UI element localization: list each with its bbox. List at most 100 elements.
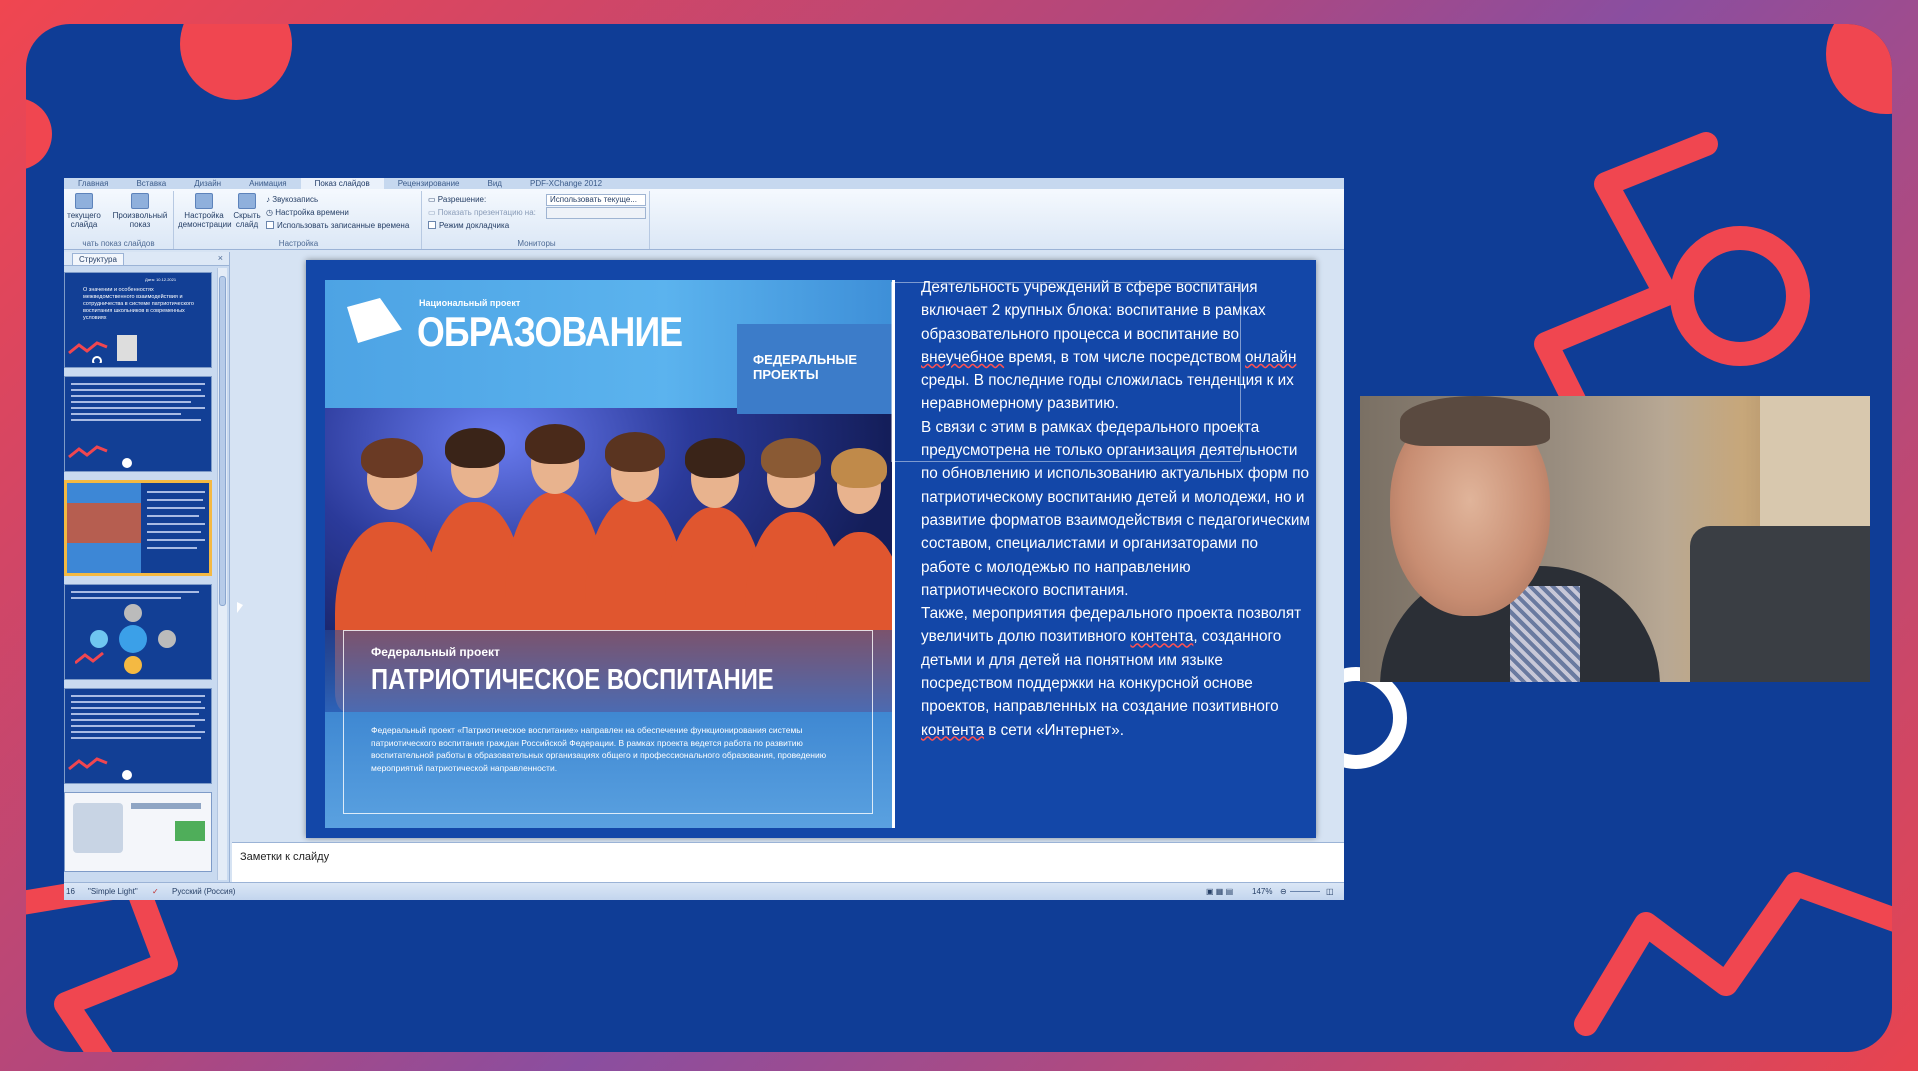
- thumb-image: [73, 803, 123, 853]
- slide-editor: Национальный проект ОБРАЗОВАНИЕ ФЕДЕРАЛЬ…: [232, 252, 1344, 842]
- use-timings-label: Использовать записанные времена: [277, 221, 410, 230]
- zoom-out-icon[interactable]: ⊖: [1280, 887, 1287, 896]
- outline-tab[interactable]: Структура: [72, 253, 124, 265]
- text-p1-b: время, в том числе посредством: [1004, 348, 1246, 366]
- group-monitors-label: Мониторы: [517, 239, 556, 248]
- slideshow-icon: [75, 193, 93, 209]
- tab-design[interactable]: Дизайн: [180, 178, 235, 189]
- setup-show-icon: [195, 193, 213, 209]
- ribbon-group-start: текущего слайда Произвольный показ чать …: [64, 191, 174, 249]
- presenter-view-label: Режим докладчика: [439, 221, 510, 230]
- powerpoint-window: Главная Вставка Дизайн Анимация Показ сл…: [64, 178, 1344, 900]
- rehearse-timings-button[interactable]: ◷ Настройка времени: [266, 208, 349, 218]
- pane-header: Структура ×: [64, 252, 229, 266]
- custom-show-icon: [131, 193, 149, 209]
- group-setup-label: Настройка: [278, 239, 319, 248]
- from-current-slide-button[interactable]: текущего слайда: [66, 193, 102, 229]
- webcam-person-hair: [1400, 396, 1550, 446]
- text-p1-underlined-1: внеучебное: [921, 348, 1005, 366]
- use-timings-checkbox[interactable]: Использовать записанные времена: [266, 221, 409, 231]
- tab-review[interactable]: Рецензирование: [384, 178, 474, 189]
- thumb-zigzag-icon-2: [68, 445, 132, 468]
- text-p3-underlined-1: контента: [1130, 628, 1194, 646]
- federal-projects-label: ФЕДЕРАЛЬНЫЕ ПРОЕКТЫ: [753, 352, 858, 382]
- show-on-label: ▭ Показать презентацию на:: [428, 208, 536, 218]
- show-on-select[interactable]: [546, 207, 646, 219]
- ribbon-tabs: Главная Вставка Дизайн Анимация Показ сл…: [64, 178, 1344, 189]
- slide-thumbnail-1[interactable]: Дата: 10.12.2021 О значении и особенност…: [64, 272, 212, 368]
- language-label[interactable]: Русский (Россия): [172, 887, 235, 896]
- record-narration-button[interactable]: ♪ Звукозапись: [266, 195, 318, 205]
- resolution-text: Разрешение:: [437, 195, 487, 204]
- red-dot-left: [26, 99, 52, 169]
- thumb-zigzag-icon-3: [68, 757, 132, 780]
- view-buttons[interactable]: ▣ ▦ ▤: [1206, 887, 1233, 896]
- education-title: ОБРАЗОВАНИЕ: [417, 308, 683, 355]
- notes-pane[interactable]: Заметки к слайду: [232, 842, 1344, 882]
- text-p2: В связи с этим в рамках федерального про…: [921, 418, 1310, 599]
- resolution-label: ▭ Разрешение:: [428, 195, 486, 205]
- close-icon[interactable]: ×: [218, 253, 223, 263]
- setup-show-button[interactable]: Настройка демонстрации: [178, 193, 232, 229]
- photo-card: Национальный проект ОБРАЗОВАНИЕ ФЕДЕРАЛЬ…: [325, 280, 892, 828]
- hide-slide-button[interactable]: Скрыть слайд: [232, 193, 262, 229]
- spellcheck-icon[interactable]: ✓: [152, 887, 159, 896]
- text-p1: Деятельность учреждений в сфере воспитан…: [921, 279, 1266, 343]
- rehearse-timings-label: Настройка времени: [275, 208, 349, 217]
- ribbon-group-setup: Настройка демонстрации Скрыть слайд ♪ Зв…: [176, 191, 422, 249]
- slide-thumbnail-3-selected[interactable]: [64, 480, 212, 576]
- theme-name: "Simple Light": [88, 887, 138, 896]
- resolution-select[interactable]: Использовать текуще...: [546, 194, 646, 206]
- tab-insert[interactable]: Вставка: [122, 178, 180, 189]
- thumb-block: [175, 821, 205, 841]
- presenter-view-checkbox[interactable]: Режим докладчика: [428, 221, 509, 231]
- patriotic-title: ПАТРИОТИЧЕСКОЕ ВОСПИТАНИЕ: [371, 664, 774, 696]
- slide-thumbnail-5[interactable]: [64, 688, 212, 784]
- monitor-icon: ▭: [428, 195, 438, 204]
- mouse-cursor-icon: [237, 602, 243, 613]
- thumb-diagram-icon: [75, 604, 176, 674]
- webcam-shirt: [1510, 586, 1580, 682]
- monitor-icon-2: ▭: [428, 208, 438, 217]
- federal-project-label: Федеральный проект: [371, 645, 500, 659]
- from-current-label: текущего слайда: [67, 211, 101, 229]
- record-narration-label: Звукозапись: [272, 195, 319, 204]
- notes-placeholder: Заметки к слайду: [240, 851, 330, 863]
- slide-text[interactable]: Деятельность учреждений в сфере воспитан…: [921, 276, 1311, 742]
- tab-slide-show[interactable]: Показ слайдов: [300, 178, 384, 189]
- red-ring-right: [1670, 226, 1810, 366]
- zoom-level: 147%: [1252, 887, 1273, 896]
- text-p3-c: в сети «Интернет».: [983, 721, 1125, 739]
- checkbox-icon: [428, 221, 436, 229]
- tab-pdf-xchange[interactable]: PDF-XChange 2012: [516, 178, 616, 189]
- custom-show-button[interactable]: Произвольный показ: [108, 193, 172, 229]
- text-p1-c: среды. В последние годы сложилась тенден…: [921, 372, 1294, 413]
- tab-animation[interactable]: Анимация: [235, 178, 301, 189]
- thumb-avatar: [117, 335, 137, 361]
- scrollbar-thumb[interactable]: [219, 276, 226, 606]
- national-project-label: Национальный проект: [419, 298, 521, 308]
- tab-view[interactable]: Вид: [474, 178, 516, 189]
- clock-icon: ◷: [266, 208, 276, 217]
- text-p1-underlined-2: онлайн: [1245, 348, 1297, 366]
- group-start-label: чать показ слайдов: [82, 239, 155, 248]
- thumb-date: Дата: 10.12.2021: [145, 277, 177, 282]
- checkbox-checked-icon: [266, 221, 274, 229]
- hide-slide-label: Скрыть слайд: [233, 211, 261, 229]
- tab-home[interactable]: Главная: [64, 178, 122, 189]
- text-p3-underlined-2: контента: [921, 721, 984, 739]
- thumb-line: [131, 803, 201, 809]
- fit-window-icon[interactable]: ◫: [1326, 887, 1334, 896]
- slide-thumbnail-4[interactable]: [64, 584, 212, 680]
- webcam-chair: [1690, 526, 1870, 682]
- ribbon: текущего слайда Произвольный показ чать …: [64, 189, 1344, 250]
- pane-scrollbar[interactable]: [217, 268, 227, 880]
- show-on-text: Показать презентацию на:: [437, 208, 536, 217]
- status-bar: 16 "Simple Light" ✓ Русский (Россия) ▣ ▦…: [64, 882, 1344, 900]
- slide-thumbnail-6[interactable]: [64, 792, 212, 872]
- slide-thumbnail-2[interactable]: [64, 376, 212, 472]
- thumb-title: О значении и особенностях межведомственн…: [83, 287, 194, 321]
- slide-canvas[interactable]: Национальный проект ОБРАЗОВАНИЕ ФЕДЕРАЛЬ…: [306, 260, 1316, 838]
- setup-show-label: Настройка демонстрации: [178, 211, 232, 229]
- zoom-slider[interactable]: [1290, 891, 1320, 892]
